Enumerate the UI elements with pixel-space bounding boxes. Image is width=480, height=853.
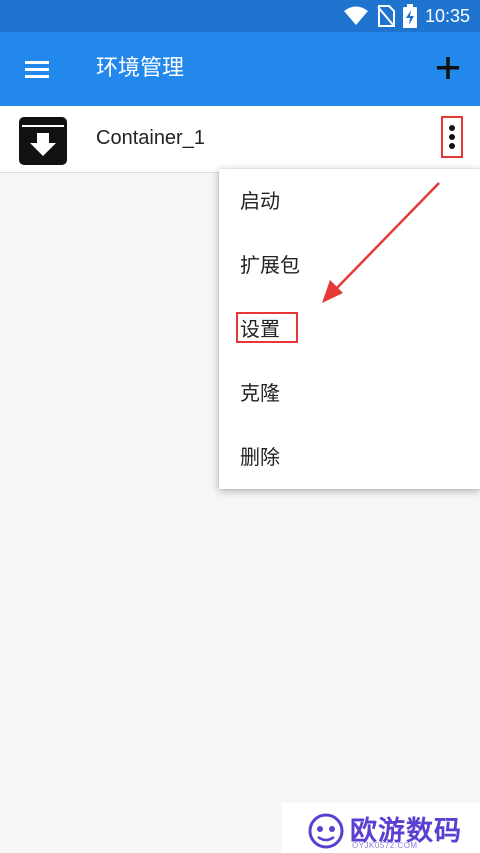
context-menu: 启动 扩展包 设置 克隆 删除 (219, 169, 480, 489)
menu-item-label: 扩展包 (240, 253, 300, 277)
status-icons: 10:35 (343, 4, 470, 28)
menu-item-label: 删除 (240, 445, 280, 469)
more-options-button[interactable] (441, 116, 463, 158)
watermark: 欧游数码 OYJK0572.COM (282, 803, 480, 853)
more-vertical-icon-dot (449, 134, 455, 140)
container-name: Container_1 (96, 127, 205, 149)
menu-item-label: 克隆 (240, 381, 280, 405)
add-container-button[interactable] (432, 52, 464, 84)
menu-item-extensions[interactable]: 扩展包 (219, 233, 480, 297)
menu-item-start[interactable]: 启动 (219, 169, 480, 233)
hamburger-menu-icon (25, 61, 49, 78)
container-row[interactable]: Container_1 (0, 106, 480, 173)
menu-item-settings[interactable]: 设置 (219, 297, 480, 361)
watermark-logo-icon (308, 813, 344, 849)
menu-item-clone[interactable]: 克隆 (219, 361, 480, 425)
status-time: 10:35 (424, 5, 470, 26)
menu-item-label: 设置 (240, 317, 280, 341)
navigation-menu-button[interactable] (20, 55, 54, 83)
no-sim-icon (377, 5, 395, 27)
menu-item-delete[interactable]: 删除 (219, 425, 480, 489)
watermark-subtext: OYJK0572.COM (352, 841, 418, 850)
battery-charging-icon (402, 4, 417, 28)
app-bar: 环境管理 (0, 32, 480, 106)
more-vertical-icon-dot (449, 143, 455, 149)
archive-box-icon (18, 116, 68, 166)
status-bar: 10:35 (0, 0, 480, 32)
wifi-icon (343, 6, 368, 25)
page-title: 环境管理 (96, 56, 185, 81)
menu-item-label: 启动 (240, 189, 280, 213)
plus-icon (437, 57, 459, 79)
container-list: Container_1 (0, 106, 480, 173)
more-vertical-icon (449, 125, 455, 131)
